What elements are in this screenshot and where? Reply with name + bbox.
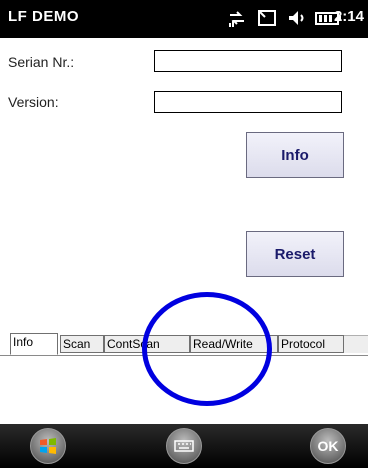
soft-key-bar: OK — [0, 424, 368, 468]
reset-button[interactable]: Reset — [246, 231, 344, 277]
status-bar: LF DEMO 2:14 — [0, 0, 368, 38]
annotation-circle — [142, 292, 272, 406]
version-label: Version: — [8, 94, 59, 110]
volume-icon[interactable] — [286, 7, 308, 29]
windows-start-icon — [40, 438, 56, 454]
version-input[interactable] — [154, 91, 342, 113]
tab-scan[interactable]: Scan — [60, 335, 104, 353]
start-button[interactable] — [30, 428, 66, 464]
app-title: LF DEMO — [8, 8, 79, 25]
tab-info[interactable]: Info — [10, 333, 58, 355]
connectivity-icon[interactable] — [226, 7, 248, 29]
keyboard-icon — [174, 440, 194, 452]
tab-protocol[interactable]: Protocol — [278, 335, 344, 353]
serial-input[interactable] — [154, 50, 342, 72]
ok-label: OK — [317, 438, 339, 454]
tab-strip-filler — [344, 335, 368, 353]
signal-icon[interactable] — [256, 7, 278, 29]
keyboard-button[interactable] — [166, 428, 202, 464]
info-button[interactable]: Info — [246, 132, 344, 178]
clock[interactable]: 2:14 — [334, 8, 364, 25]
serial-label: Serian Nr.: — [8, 54, 75, 70]
ok-button[interactable]: OK — [310, 428, 346, 464]
